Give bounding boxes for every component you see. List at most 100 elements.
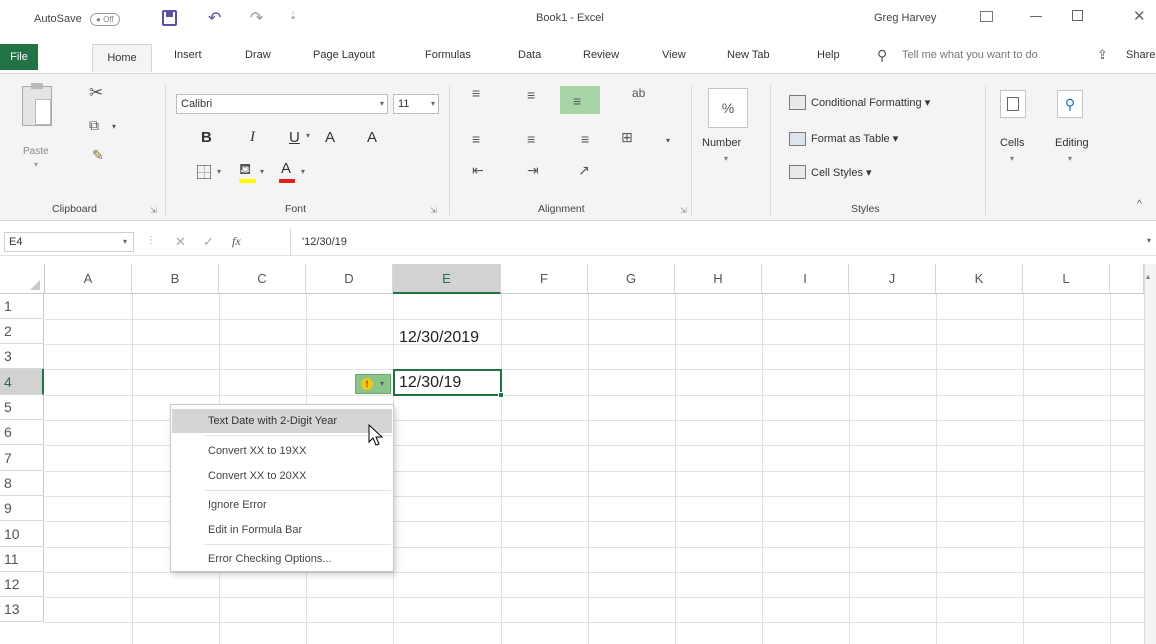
autosave-toggle[interactable]: ● Off — [90, 13, 120, 26]
column-header-m[interactable] — [1110, 264, 1144, 294]
tell-me-input[interactable]: Tell me what you want to do — [902, 49, 1038, 61]
row-header-11[interactable]: 11 — [0, 547, 44, 572]
collapse-ribbon-icon[interactable]: ^ — [1137, 199, 1142, 210]
italic-button[interactable]: I — [250, 129, 255, 146]
clipboard-launcher-icon[interactable]: ⇲ — [150, 206, 157, 215]
tab-review[interactable]: Review — [583, 49, 619, 61]
restore-icon[interactable] — [1072, 10, 1083, 21]
column-header-j[interactable]: J — [849, 264, 936, 294]
decrease-font-size-button[interactable]: A — [367, 129, 377, 146]
wrap-text-icon[interactable]: ab — [632, 86, 645, 100]
column-header-b[interactable]: B — [132, 264, 219, 294]
merge-center-icon[interactable]: ⊞ — [621, 130, 633, 144]
row-header-6[interactable]: 6 — [0, 420, 44, 445]
align-center-icon[interactable]: ≡ — [527, 132, 535, 146]
expand-formula-bar-icon[interactable]: ▾ — [1147, 236, 1151, 245]
menu-item-error-checking-options[interactable]: Error Checking Options... — [172, 547, 392, 571]
cancel-icon[interactable]: ✕ — [175, 234, 186, 250]
font-name-combo[interactable]: Calibri ▾ — [176, 94, 388, 114]
copy-dropdown-icon[interactable]: ▾ — [112, 120, 116, 134]
column-header-c[interactable]: C — [219, 264, 306, 294]
column-header-f[interactable]: F — [501, 264, 588, 294]
tab-new-tab[interactable]: New Tab — [727, 49, 770, 61]
search-icon[interactable]: ⚲ — [1057, 90, 1083, 118]
cells-dropdown-icon[interactable]: ▾ — [1010, 154, 1014, 163]
row-header-9[interactable]: 9 — [0, 496, 44, 521]
share-icon[interactable]: ⇪ — [1097, 47, 1108, 63]
column-header-l[interactable]: L — [1023, 264, 1110, 294]
menu-item-text-date-2-digit-year[interactable]: Text Date with 2-Digit Year — [172, 409, 392, 433]
decrease-indent-icon[interactable]: ⇤ — [472, 163, 484, 177]
cells-label[interactable]: Cells — [1000, 137, 1024, 149]
paste-icon[interactable] — [22, 83, 52, 126]
editing-label[interactable]: Editing — [1055, 137, 1089, 149]
row-header-12[interactable]: 12 — [0, 572, 44, 597]
tab-draw[interactable]: Draw — [245, 49, 271, 61]
fill-handle[interactable] — [498, 392, 504, 398]
align-right-icon[interactable]: ≡ — [581, 132, 589, 146]
insert-function-icon[interactable]: fx — [232, 234, 241, 249]
bold-button[interactable]: B — [201, 129, 212, 146]
row-header-2[interactable]: 2 — [0, 319, 44, 344]
column-header-i[interactable]: I — [762, 264, 849, 294]
save-icon[interactable] — [162, 10, 177, 26]
row-header-4[interactable]: 4 — [0, 369, 44, 395]
editing-dropdown-icon[interactable]: ▾ — [1068, 154, 1072, 163]
row-header-3[interactable]: 3 — [0, 344, 44, 369]
cells-icon[interactable] — [1000, 90, 1026, 118]
underline-button[interactable]: U — [289, 129, 300, 146]
copy-icon[interactable]: ⧉ — [89, 118, 99, 132]
increase-indent-icon[interactable]: ⇥ — [527, 163, 539, 177]
column-header-d[interactable]: D — [306, 264, 393, 294]
name-box[interactable]: E4 ▾ — [4, 232, 134, 252]
percent-icon[interactable]: % — [708, 88, 748, 128]
name-box-dropdown-icon[interactable]: ▾ — [123, 233, 127, 251]
vertical-scrollbar[interactable]: ▴ — [1144, 264, 1156, 644]
active-cell-e4[interactable]: 12/30/19 — [393, 369, 504, 398]
column-header-g[interactable]: G — [588, 264, 675, 294]
row-header-7[interactable]: 7 — [0, 445, 44, 471]
number-label[interactable]: Number — [702, 137, 741, 149]
borders-icon[interactable] — [197, 165, 211, 179]
menu-item-ignore-error[interactable]: Ignore Error — [172, 493, 392, 517]
fill-color-dropdown-icon[interactable]: ▾ — [260, 167, 264, 176]
tab-formulas[interactable]: Formulas — [425, 49, 471, 61]
tab-data[interactable]: Data — [518, 49, 541, 61]
share-button[interactable]: Share — [1126, 49, 1155, 61]
font-size-combo[interactable]: 11 ▾ — [393, 94, 439, 114]
paste-dropdown-icon[interactable]: ▾ — [34, 160, 38, 169]
column-header-a[interactable]: A — [45, 264, 132, 294]
font-name-dropdown-icon[interactable]: ▾ — [380, 95, 384, 113]
select-all-button[interactable] — [0, 264, 45, 294]
align-bottom-button[interactable]: ≡ — [560, 86, 600, 114]
align-middle-icon[interactable]: ≡ — [527, 88, 535, 102]
align-top-icon[interactable]: ≡ — [472, 86, 480, 100]
row-header-5[interactable]: 5 — [0, 395, 44, 420]
menu-item-convert-19xx[interactable]: Convert XX to 19XX — [172, 439, 392, 463]
tab-insert[interactable]: Insert — [174, 49, 202, 61]
column-header-k[interactable]: K — [936, 264, 1023, 294]
tab-view[interactable]: View — [662, 49, 686, 61]
fill-color-icon[interactable]: ⛾ — [239, 161, 251, 180]
row-header-8[interactable]: 8 — [0, 471, 44, 496]
merge-dropdown-icon[interactable]: ▾ — [666, 134, 670, 148]
font-color-dropdown-icon[interactable]: ▾ — [301, 167, 305, 176]
cell-e2[interactable]: 12/30/2019 — [399, 329, 479, 347]
close-icon[interactable]: ✕ — [1133, 7, 1146, 25]
error-checking-button[interactable]: ! ▾ — [355, 374, 391, 394]
conditional-formatting-button[interactable]: Conditional Formatting ▾ — [811, 96, 930, 109]
minimize-icon[interactable] — [1030, 16, 1042, 17]
tab-home[interactable]: Home — [92, 44, 152, 72]
tab-page-layout[interactable]: Page Layout — [313, 49, 375, 61]
column-header-e[interactable]: E — [393, 264, 501, 294]
font-color-button[interactable]: A — [281, 160, 291, 177]
ribbon-display-options-icon[interactable] — [980, 11, 993, 22]
customize-qat-icon[interactable]: ⇣ — [289, 11, 297, 22]
increase-font-size-button[interactable]: A — [325, 129, 335, 146]
user-name[interactable]: Greg Harvey — [874, 12, 936, 24]
redo-icon[interactable]: ↷ — [250, 8, 263, 28]
underline-dropdown-icon[interactable]: ▾ — [306, 131, 310, 140]
align-left-icon[interactable]: ≡ — [472, 132, 480, 146]
row-header-10[interactable]: 10 — [0, 521, 44, 547]
enter-icon[interactable]: ✓ — [203, 234, 214, 250]
